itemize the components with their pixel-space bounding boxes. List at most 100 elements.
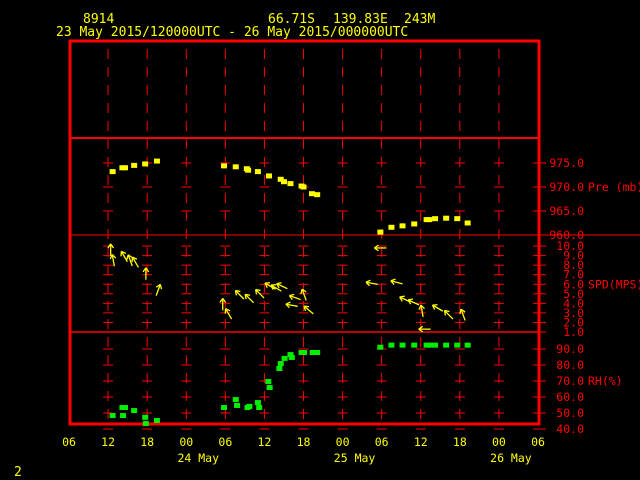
x-tick-label: 12 (414, 435, 428, 449)
wind-arrow (390, 278, 403, 286)
pressure-point (388, 224, 395, 230)
pressure-point (443, 215, 450, 221)
pressure-point (314, 192, 321, 198)
y-tick-label: 50.0 (556, 406, 584, 420)
rh-point (122, 405, 129, 411)
rh-point (234, 402, 241, 408)
wind-arrow (459, 308, 466, 321)
rh-point (443, 342, 450, 348)
x-tick-label: 18 (140, 435, 154, 449)
rh-point (277, 361, 284, 367)
rh-point (120, 413, 127, 419)
wind-arrow (234, 289, 245, 300)
pressure-point (308, 191, 315, 197)
wind-arrow-head (276, 282, 282, 285)
rh-point (109, 413, 116, 419)
wind-arrow (244, 293, 255, 304)
rh-point (411, 342, 418, 348)
rh-point (288, 354, 295, 360)
pressure-point (221, 163, 228, 169)
axis-label: RH(%) (588, 374, 623, 388)
rh-point (432, 342, 439, 348)
wind-arrow-head (159, 284, 163, 290)
rh-point (464, 342, 471, 348)
wind-arrow (264, 282, 276, 290)
wind-arrow (300, 288, 307, 301)
wind-arrow-head (126, 254, 129, 260)
wind-arrow-head (390, 278, 396, 282)
rh-point (266, 385, 273, 391)
wind-arrow-head (245, 293, 251, 296)
x-tick-label: 00 (179, 435, 193, 449)
pressure-point (300, 184, 307, 190)
wind-arrow-head (285, 301, 291, 305)
date-label: 25 May (334, 451, 376, 465)
x-tick-label: 12 (101, 435, 115, 449)
wind-arrow (431, 304, 444, 312)
rh-point (276, 366, 283, 371)
wind-arrow (365, 279, 378, 287)
rh-point (388, 342, 395, 348)
wind-arrow (142, 267, 150, 280)
wind-arrow (288, 293, 301, 301)
wind-arrow (418, 325, 431, 333)
rh-point (131, 408, 138, 414)
wind-arrow-head (399, 295, 405, 298)
y-tick-label: 90.0 (556, 342, 584, 356)
y-tick-label: 60.0 (556, 390, 584, 404)
wind-arrow (155, 283, 163, 296)
wind-arrow-head (408, 298, 414, 301)
y-tick-label: 1.0 (563, 325, 584, 339)
pressure-point (131, 162, 138, 168)
y-tick-label: 970.0 (549, 180, 584, 194)
rh-point (221, 405, 228, 411)
pressure-point (464, 220, 471, 226)
pressure-point (254, 169, 261, 175)
wind-arrow (224, 308, 233, 320)
rh-point (142, 421, 149, 427)
pressure-point (399, 223, 406, 229)
rh-point (281, 355, 288, 361)
wind-arrow (418, 304, 425, 318)
wind-arrow (407, 298, 420, 306)
axis-label: SPD(MPS) (588, 277, 640, 291)
pressure-point (280, 179, 287, 185)
wind-arrow-head (444, 309, 450, 313)
pressure-point (426, 217, 433, 223)
rh-point (142, 414, 149, 420)
pressure-point (377, 229, 384, 235)
rh-point (301, 350, 308, 355)
plot-frame (68, 39, 541, 426)
wind-arrow-head (235, 289, 241, 293)
rh-point (377, 344, 384, 350)
wind-arrow (276, 282, 288, 290)
wind-arrow (285, 301, 298, 309)
x-tick-label: 18 (297, 435, 311, 449)
x-tick-label: 00 (492, 435, 506, 449)
y-tick-label: 965.0 (549, 204, 584, 218)
pressure-point (109, 169, 116, 175)
wind-arrow (443, 309, 454, 320)
y-tick-label: 40.0 (556, 422, 584, 436)
pressure-point (454, 216, 461, 222)
wind-arrow-head (255, 288, 261, 292)
x-tick-label: 06 (218, 435, 232, 449)
pressure-point (232, 164, 239, 170)
rh-point (256, 405, 263, 411)
wind-arrow (131, 256, 140, 268)
x-tick-label: 12 (257, 435, 271, 449)
pressure-point (245, 167, 252, 173)
x-tick-label: 18 (453, 435, 467, 449)
pressure-point (142, 161, 149, 167)
wind-arrow (219, 297, 227, 311)
pressure-point (432, 216, 439, 222)
pressure-point (265, 173, 272, 179)
wind-arrow (120, 250, 128, 263)
rh-point (254, 400, 261, 406)
y-tick-label: 70.0 (556, 374, 584, 388)
wind-arrow (126, 254, 133, 267)
rh-point (153, 418, 160, 423)
date-label: 24 May (177, 451, 219, 465)
x-tick-label: 06 (62, 435, 76, 449)
meteogram-chart: 06 12 18 00 06 12 18 00 06 12 18 00 06 24 May 25 May 26… (62, 39, 640, 465)
